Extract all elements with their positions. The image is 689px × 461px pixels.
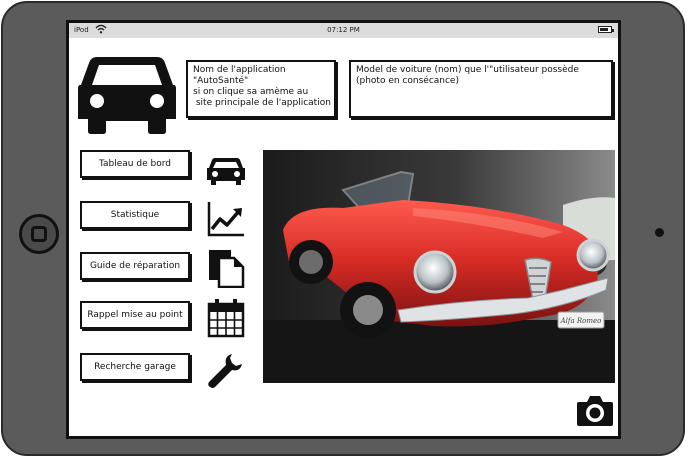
dashboard-button[interactable]: Tableau de bord bbox=[80, 150, 190, 178]
car-model-note: Model de voiture (nom) que l'"utilisateu… bbox=[349, 60, 613, 118]
note-line: si on clique sa amème au bbox=[193, 87, 309, 97]
front-camera bbox=[655, 228, 664, 237]
clock: 07:12 PM bbox=[327, 26, 360, 34]
car-photo: Alfa Romeo bbox=[263, 150, 615, 383]
find-garage-button[interactable]: Recherche garage bbox=[80, 353, 190, 381]
maintenance-reminder-button[interactable]: Rappel mise au point bbox=[80, 301, 190, 329]
camera-icon[interactable] bbox=[576, 393, 614, 427]
note-line: site principale de l'application bbox=[193, 98, 331, 108]
statistics-button[interactable]: Statistique bbox=[80, 201, 190, 229]
battery-icon bbox=[598, 26, 614, 33]
car-icon[interactable] bbox=[206, 150, 246, 190]
document-icon[interactable] bbox=[206, 248, 246, 288]
app-name-note[interactable]: Nom de l'application "AutoSanté" si on c… bbox=[186, 60, 336, 118]
repair-guide-button[interactable]: Guide de réparation bbox=[80, 252, 190, 280]
screen: iPod 07:12 PM Nom de l'application "Auto… bbox=[66, 20, 621, 439]
note-line: (photo en consécance) bbox=[356, 76, 459, 86]
car-icon[interactable] bbox=[77, 51, 177, 135]
note-line: Model de voiture (nom) que l'"utilisateu… bbox=[356, 65, 579, 75]
wrench-icon[interactable] bbox=[206, 350, 246, 390]
note-line: Nom de l'application bbox=[193, 65, 286, 75]
calendar-icon[interactable] bbox=[206, 298, 246, 338]
home-button[interactable] bbox=[19, 214, 59, 254]
note-line: "AutoSanté" bbox=[193, 76, 249, 86]
status-bar: iPod 07:12 PM bbox=[69, 23, 618, 38]
chart-trend-icon[interactable] bbox=[206, 199, 246, 239]
plate-text: Alfa Romeo bbox=[560, 317, 602, 325]
